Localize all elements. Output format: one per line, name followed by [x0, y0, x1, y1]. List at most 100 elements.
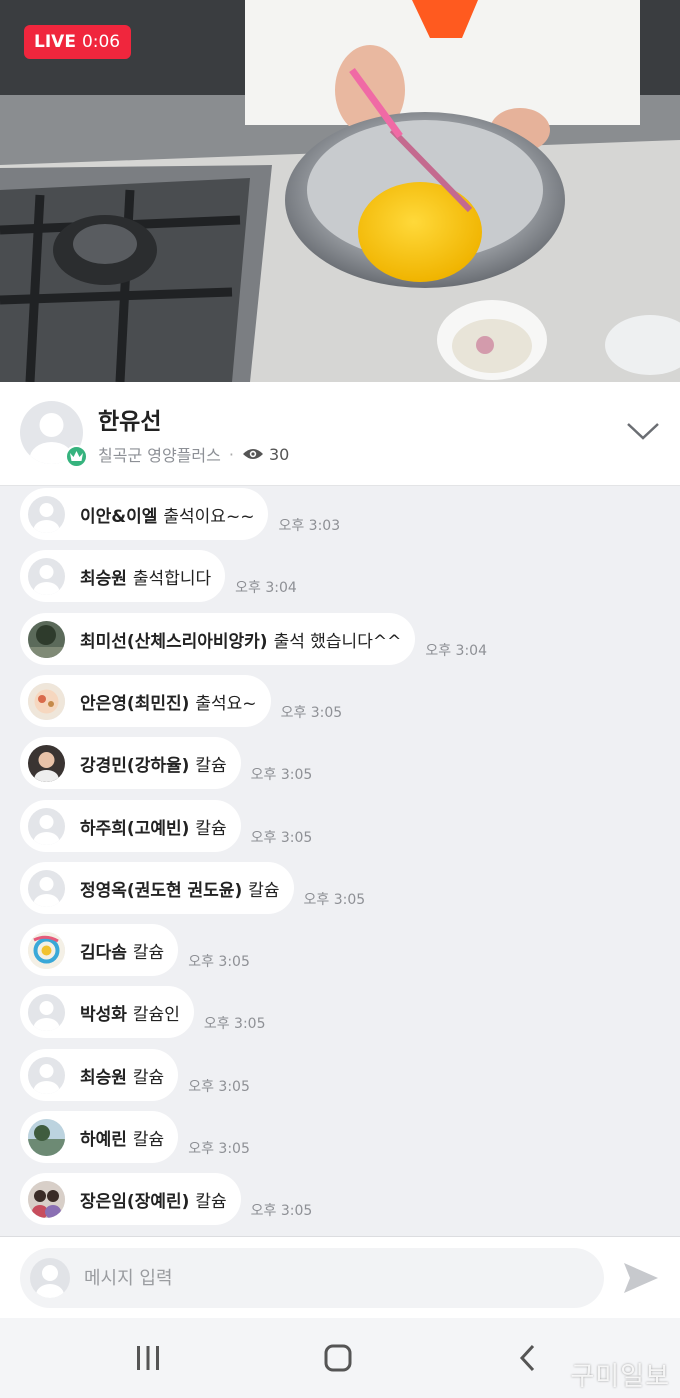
message-bubble[interactable]: 박성화 칼슘인 — [20, 986, 194, 1038]
viewer-count: 30 — [268, 444, 290, 464]
person-icon — [33, 1000, 60, 1031]
chat-message: 정영옥(권도현 권도윤) 칼슘오후 3:05 — [20, 862, 365, 914]
message-composer — [0, 1236, 680, 1318]
message-bubble[interactable]: 정영옥(권도현 권도윤) 칼슘 — [20, 862, 294, 914]
person-icon — [33, 814, 60, 845]
commenter-avatar[interactable] — [28, 993, 65, 1031]
message-text: 출석요~ — [195, 693, 257, 714]
eye-icon — [242, 449, 263, 459]
message-text: 칼슘 — [132, 1129, 165, 1150]
message-bubble[interactable]: 안은영(최민진) 출석요~ — [20, 675, 271, 727]
message-time: 오후 3:05 — [303, 892, 366, 908]
chat-message: 하예린 칼슘오후 3:05 — [20, 1111, 250, 1163]
message-time: 오후 3:05 — [280, 705, 343, 721]
recent-apps-button[interactable] — [128, 1340, 168, 1376]
commenter-avatar[interactable] — [28, 620, 65, 658]
message-text: 출석 했습니다^^ — [273, 631, 402, 652]
host-name: 한유선 — [98, 409, 162, 435]
commenter-name: 최승원 — [80, 1067, 127, 1088]
back-icon — [519, 1344, 535, 1372]
commenter-avatar[interactable] — [28, 744, 65, 782]
chat-message: 하주희(고예빈) 칼슘오후 3:05 — [20, 800, 312, 852]
collapse-button[interactable] — [626, 418, 660, 442]
live-video[interactable]: LIVE 0:06 — [0, 0, 680, 382]
message-bubble[interactable]: 하예린 칼슘 — [20, 1111, 179, 1163]
home-icon — [324, 1344, 352, 1372]
home-button[interactable] — [318, 1340, 358, 1376]
message-bubble[interactable]: 김다솜 칼슘 — [20, 924, 179, 976]
message-bubble[interactable]: 강경민(강하율) 칼슘 — [20, 737, 241, 789]
message-text: 칼슘인 — [132, 1004, 180, 1025]
commenter-name: 최미선(산체스리아비앙카) — [80, 631, 268, 652]
commenter-avatar[interactable] — [28, 931, 65, 969]
commenter-name: 김다솜 — [80, 942, 127, 963]
commenter-avatar[interactable] — [28, 1118, 65, 1156]
send-button[interactable] — [620, 1257, 662, 1299]
message-bubble[interactable]: 최미선(산체스리아비앙카) 출석 했습니다^^ — [20, 613, 416, 665]
viewer-count-group: 30 — [242, 445, 289, 464]
person-icon — [33, 1063, 60, 1094]
message-bubble[interactable]: 최승원 칼슘 — [20, 1049, 179, 1101]
commenter-avatar[interactable] — [28, 869, 65, 907]
host-bar: 한유선 칠곡군 영양플러스 · 30 — [0, 382, 680, 486]
chat-message: 김다솜 칼슘오후 3:05 — [20, 924, 250, 976]
message-time: 오후 3:04 — [235, 580, 297, 596]
commenter-avatar[interactable] — [28, 557, 65, 595]
message-bubble[interactable]: 이안&이엘 출석이요~~ — [20, 488, 269, 540]
message-text: 칼슘 — [195, 818, 227, 839]
message-time: 오후 3:03 — [278, 518, 341, 534]
commenter-avatar[interactable] — [28, 1056, 65, 1094]
message-time: 오후 3:05 — [188, 954, 250, 970]
message-bubble[interactable]: 장은임(장예린) 칼슘 — [20, 1173, 241, 1225]
chat-message: 최미선(산체스리아비앙카) 출석 했습니다^^ 오후 3:04 — [20, 613, 487, 665]
commenter-avatar[interactable] — [28, 682, 65, 720]
host-meta: 칠곡군 영양플러스 · 30 — [98, 442, 289, 466]
person-icon — [33, 564, 60, 595]
commenter-name: 하주희(고예빈) — [80, 818, 190, 839]
message-text: 출석합니다 — [132, 568, 212, 589]
message-bubble[interactable]: 최승원 출석합니다 — [20, 550, 226, 602]
commenter-name: 최승원 — [80, 568, 127, 589]
photo-avatar-icon — [28, 744, 65, 782]
message-bubble[interactable]: 하주희(고예빈) 칼슘 — [20, 800, 241, 852]
message-time: 오후 3:05 — [250, 830, 313, 846]
commenter-avatar[interactable] — [28, 1180, 65, 1218]
commenter-name: 하예린 — [80, 1129, 127, 1150]
person-icon — [33, 502, 60, 533]
message-text: 칼슘 — [132, 942, 165, 963]
commenter-name: 강경민(강하율) — [80, 755, 190, 776]
message-time: 오후 3:05 — [188, 1141, 250, 1157]
recent-apps-icon — [137, 1346, 159, 1370]
chat-message: 이안&이엘 출석이요~~ 오후 3:03 — [20, 488, 340, 540]
message-text: 칼슘 — [195, 1191, 227, 1212]
commenter-name: 장은임(장예린) — [80, 1191, 190, 1212]
message-time: 오후 3:04 — [425, 643, 487, 659]
meta-separator: · — [228, 444, 234, 464]
message-text: 칼슘 — [132, 1067, 165, 1088]
photo-avatar-icon — [28, 682, 65, 720]
chat-message: 안은영(최민진) 출석요~ 오후 3:05 — [20, 675, 342, 727]
chat-message: 최승원 칼슘 오후 3:05 — [20, 1049, 250, 1101]
photo-avatar-icon — [28, 1118, 65, 1156]
commenter-avatar[interactable] — [28, 495, 65, 533]
message-time: 오후 3:05 — [203, 1016, 266, 1032]
chat-message: 최승원 출석합니다오후 3:04 — [20, 550, 297, 602]
watermark: 구미일보 — [570, 1362, 670, 1392]
live-badge: LIVE 0:06 — [24, 25, 131, 59]
message-text: 칼슘 — [248, 880, 280, 901]
chevron-down-icon — [627, 423, 659, 440]
message-input[interactable] — [84, 1267, 564, 1289]
host-crown-badge — [65, 445, 88, 468]
live-elapsed-time: 0:06 — [81, 32, 121, 52]
chat-list[interactable]: 이안&이엘 출석이요~~ 오후 3:03 최승원 출석합니다 오후 3:04 최미선(산체스… — [0, 486, 680, 1236]
message-input-box[interactable] — [20, 1248, 604, 1308]
chat-message: 박성화 칼슘인오후 3:05 — [20, 986, 266, 1038]
message-time: 오후 3:05 — [250, 767, 313, 783]
message-time: 오후 3:05 — [250, 1203, 313, 1219]
photo-avatar-icon — [28, 620, 65, 658]
message-text: 칼슘 — [195, 755, 227, 776]
commenter-name: 이안&이엘 — [80, 506, 158, 527]
crown-icon — [70, 451, 83, 461]
commenter-avatar[interactable] — [28, 807, 65, 845]
back-button[interactable] — [508, 1340, 548, 1376]
